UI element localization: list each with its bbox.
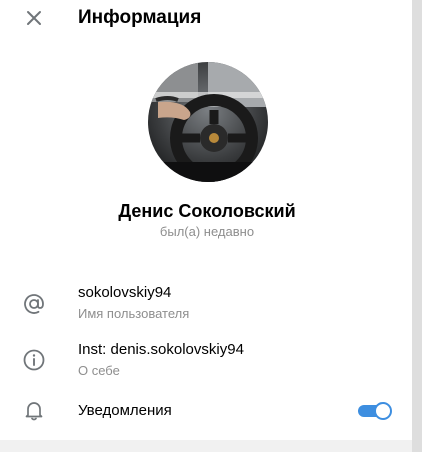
avatar-image <box>148 62 268 182</box>
username-label: Имя пользователя <box>78 306 190 321</box>
username-row[interactable]: sokolovskiy94 Имя пользователя <box>0 282 412 326</box>
bio-label: О себе <box>78 363 120 378</box>
toggle-knob <box>374 402 392 420</box>
bio-value: Inst: denis.sokolovskiy94 <box>78 341 244 358</box>
close-button[interactable] <box>24 8 44 28</box>
bell-icon <box>25 402 43 421</box>
profile-name: Денис Соколовский <box>118 201 296 221</box>
info-icon <box>23 349 45 371</box>
notifications-label: Уведомления <box>78 402 172 419</box>
notifications-toggle[interactable] <box>358 402 392 420</box>
bio-row[interactable]: Inst: denis.sokolovskiy94 О себе <box>0 339 412 383</box>
avatar[interactable] <box>148 62 268 182</box>
footer-divider <box>0 440 412 452</box>
at-icon <box>24 294 44 314</box>
close-icon <box>27 11 41 25</box>
page-title: Информация <box>78 7 202 28</box>
scrollbar-edge <box>412 0 422 452</box>
info-panel: Информация Денис Соколовский был(а) неда… <box>0 0 412 452</box>
profile-status: был(а) недавно <box>159 224 255 239</box>
username-value: sokolovskiy94 <box>78 284 172 301</box>
notifications-row[interactable]: Уведомления <box>0 396 412 426</box>
